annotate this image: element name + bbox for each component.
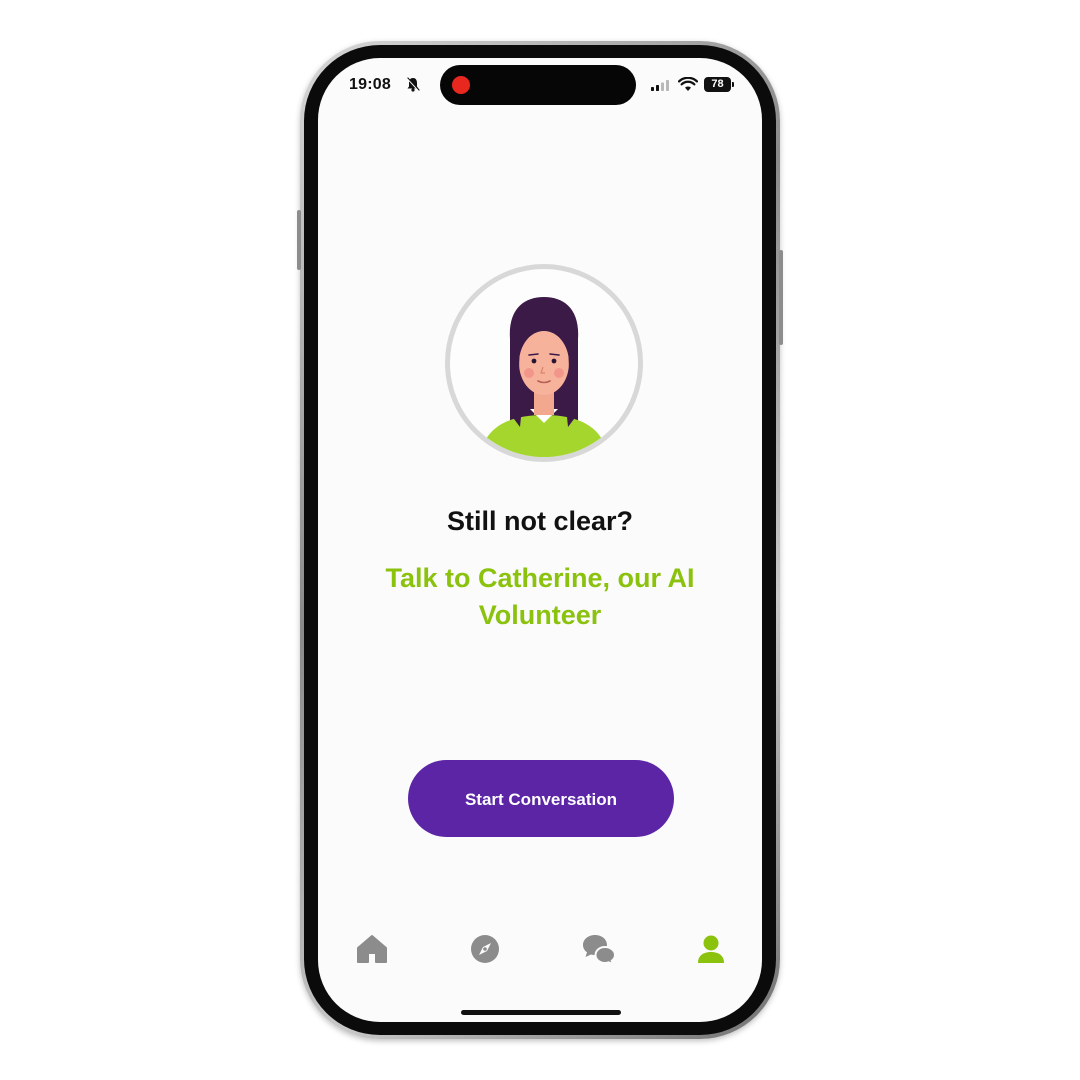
- chat-icon: [583, 935, 617, 966]
- home-icon: [357, 935, 387, 963]
- volume-button: [297, 210, 301, 270]
- signal-icon: [651, 80, 669, 91]
- assistant-avatar: [445, 264, 643, 462]
- battery-icon: 78: [704, 77, 731, 92]
- dynamic-island: [440, 65, 636, 105]
- assistant-tagline: Talk to Catherine, our AI Volunteer: [385, 563, 695, 630]
- tab-home[interactable]: [355, 932, 395, 972]
- avatar-illustration: [480, 297, 608, 457]
- start-conversation-button[interactable]: Start Conversation: [408, 760, 674, 837]
- tab-explore[interactable]: [468, 932, 508, 972]
- compass-icon: [471, 935, 499, 963]
- power-button: [779, 250, 783, 345]
- tab-chat[interactable]: [581, 932, 621, 972]
- recording-indicator-icon: [452, 76, 470, 94]
- battery-cap: [732, 82, 734, 87]
- app-screen: 19:08 78 Still not clear? Talk to Cather…: [318, 58, 762, 1022]
- status-time: 19:08: [349, 76, 391, 93]
- profile-icon: [698, 935, 724, 963]
- bell-off-icon: [406, 77, 420, 92]
- tab-profile[interactable]: [694, 932, 734, 972]
- page-title: Still not clear?: [446, 506, 634, 536]
- wifi-icon: [678, 77, 698, 91]
- app-screenshot: 19:08 78 Still not clear? Talk to Cather…: [0, 0, 1080, 1080]
- home-indicator[interactable]: [461, 1010, 621, 1015]
